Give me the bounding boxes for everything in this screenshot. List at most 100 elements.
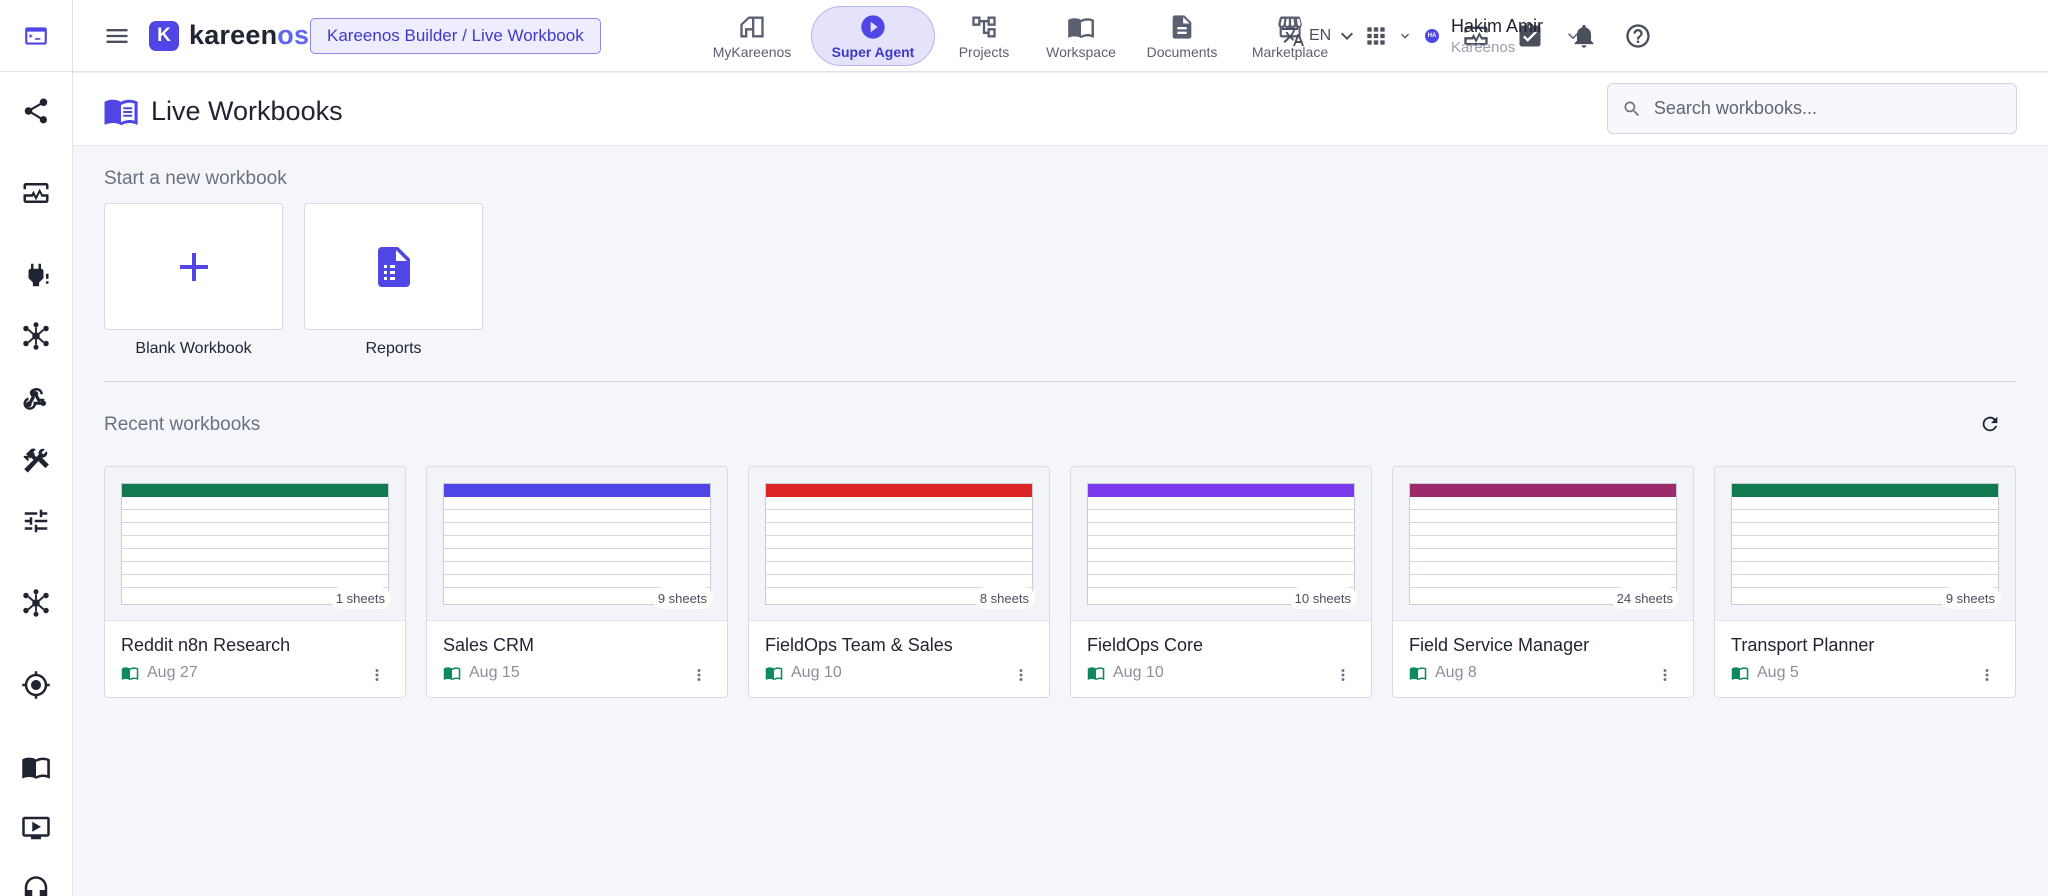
workbook-date: Aug 15 <box>469 664 520 681</box>
sheet-row-line <box>444 574 710 575</box>
workbook-icon <box>1731 667 1749 681</box>
more-options-icon[interactable] <box>367 663 387 687</box>
workbook-meta: Aug 27 <box>121 664 198 682</box>
nav-mykareenos[interactable]: MyKareenos <box>699 6 805 66</box>
language-selector[interactable]: EN <box>1281 20 1359 52</box>
left-rail <box>0 0 73 896</box>
book-icon[interactable] <box>0 745 72 789</box>
sheet-header-bar <box>122 484 388 497</box>
sheet-row-line <box>766 522 1032 523</box>
avatar: HA <box>1425 29 1439 43</box>
translate-icon <box>1282 26 1304 46</box>
breadcrumb[interactable]: Kareenos Builder / Live Workbook <box>310 18 601 54</box>
more-options-icon[interactable] <box>1333 663 1353 687</box>
more-options-icon[interactable] <box>1977 663 1997 687</box>
workbook-icon <box>1409 667 1427 681</box>
hub-icon[interactable] <box>0 314 72 358</box>
workbook-meta: Aug 10 <box>1087 664 1164 682</box>
help-icon[interactable] <box>1622 20 1654 52</box>
sheet-row-line <box>122 535 388 536</box>
video-icon[interactable] <box>0 806 72 850</box>
app-name-accent: os <box>277 20 310 50</box>
tools-icon[interactable] <box>0 438 72 482</box>
logo-mark: K <box>149 20 179 51</box>
nav-workspace[interactable]: Workspace <box>1035 6 1127 66</box>
user-menu[interactable]: HA Hakim Amir Kareenos <box>1425 12 1583 60</box>
nav-label: MyKareenos <box>712 43 792 60</box>
language-code: EN <box>1309 27 1332 44</box>
share-icon[interactable] <box>0 89 72 133</box>
sheet-count-badge: 8 sheets <box>973 587 1035 609</box>
console-icon[interactable] <box>0 0 72 72</box>
page-title-group: Live Workbooks <box>103 93 343 129</box>
search-input[interactable] <box>1653 98 2002 119</box>
nav-super-agent[interactable]: Super Agent <box>811 6 935 66</box>
sheet-row-line <box>444 509 710 510</box>
blank-workbook-card[interactable] <box>104 203 283 330</box>
sheet-row-line <box>444 561 710 562</box>
webhook-icon[interactable] <box>0 376 72 420</box>
plug-icon[interactable] <box>0 253 72 297</box>
more-options-icon[interactable] <box>689 663 709 687</box>
nav-documents[interactable]: Documents <box>1133 6 1231 66</box>
section-title-recent: Recent workbooks <box>104 414 261 435</box>
sheet-row-line <box>1732 535 1998 536</box>
home-icon <box>740 16 764 37</box>
workbook-name: Reddit n8n Research <box>121 635 291 655</box>
sheet-header-bar <box>1088 484 1354 497</box>
sheet-row-line <box>1732 574 1998 575</box>
support-icon[interactable] <box>0 868 72 896</box>
workbook-date: Aug 10 <box>791 664 842 681</box>
sheet-header-bar <box>1410 484 1676 497</box>
monitor-heart-icon[interactable] <box>0 171 72 215</box>
chevron-down-icon <box>1401 33 1409 39</box>
workbook-card[interactable]: 1 sheets Reddit n8n Research Aug 27 <box>104 466 406 698</box>
sheet-row-line <box>766 574 1032 575</box>
page-title: Live Workbooks <box>151 95 343 126</box>
workbook-meta: Aug 5 <box>1731 664 1799 682</box>
sheet-row-line <box>766 535 1032 536</box>
sheet-count-badge: 9 sheets <box>651 587 713 609</box>
workbook-card[interactable]: 24 sheets Field Service Manager Aug 8 <box>1392 466 1694 698</box>
sheet-row-line <box>1732 548 1998 549</box>
sheet-row-line <box>1410 509 1676 510</box>
nav-label: Super Agent <box>831 43 915 60</box>
more-options-icon[interactable] <box>1655 663 1675 687</box>
sheet-count-badge: 24 sheets <box>1610 587 1679 609</box>
refresh-icon[interactable] <box>1976 410 2004 438</box>
sheet-row-line <box>444 522 710 523</box>
sheet-row-line <box>766 509 1032 510</box>
workbook-name: FieldOps Team & Sales <box>765 635 953 655</box>
workbook-meta: Aug 15 <box>443 664 520 682</box>
sheet-row-line <box>766 548 1032 549</box>
reports-card[interactable] <box>304 203 483 330</box>
section-title-new: Start a new workbook <box>104 168 287 189</box>
more-options-icon[interactable] <box>1011 663 1031 687</box>
workbook-card[interactable]: 9 sheets Sales CRM Aug 15 <box>426 466 728 698</box>
nav-projects[interactable]: Projects <box>939 6 1029 66</box>
tune-icon[interactable] <box>0 499 72 543</box>
workbook-preview: 24 sheets <box>1393 467 1693 621</box>
sheet-row-line <box>444 548 710 549</box>
sheet-row-line <box>122 522 388 523</box>
search-icon <box>1624 101 1639 116</box>
report-document-icon <box>377 246 410 287</box>
workbook-card[interactable]: 9 sheets Transport Planner Aug 5 <box>1714 466 2016 698</box>
target-icon[interactable] <box>0 663 72 707</box>
app-logo[interactable]: K kareenos <box>149 20 309 51</box>
network-icon[interactable] <box>0 581 72 625</box>
workbook-date: Aug 8 <box>1435 664 1477 681</box>
open-book-icon <box>1068 17 1094 38</box>
search-box <box>1607 83 2017 134</box>
apps-launcher[interactable] <box>1363 20 1413 52</box>
sheet-header-bar <box>766 484 1032 497</box>
sheet-row-line <box>1410 522 1676 523</box>
sheet-row-line <box>1088 548 1354 549</box>
menu-icon[interactable] <box>103 22 131 50</box>
workbook-card[interactable]: 10 sheets FieldOps Core Aug 10 <box>1070 466 1372 698</box>
workbook-preview: 8 sheets <box>749 467 1049 621</box>
workbook-icon <box>1087 667 1105 681</box>
workbook-card[interactable]: 8 sheets FieldOps Team & Sales Aug 10 <box>748 466 1050 698</box>
sheet-count-badge: 1 sheets <box>329 587 391 609</box>
page-header: Live Workbooks <box>73 73 2048 146</box>
